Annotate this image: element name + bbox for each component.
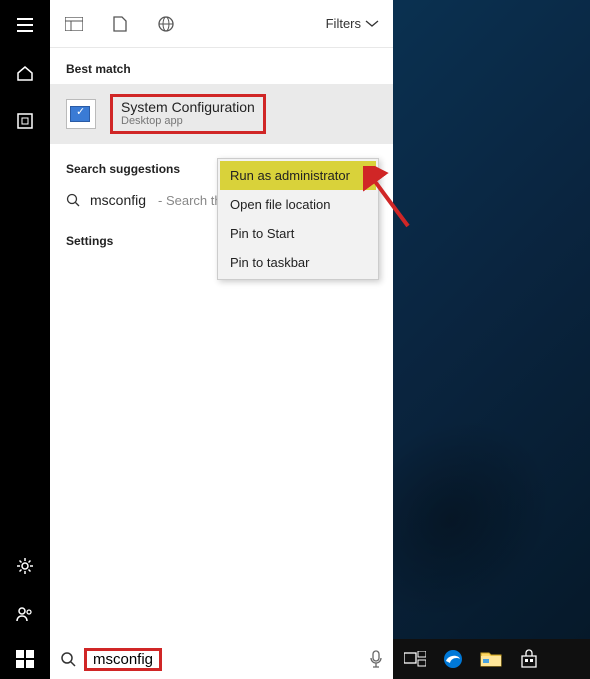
menu-icon[interactable]	[14, 14, 36, 36]
file-explorer-icon[interactable]	[477, 645, 505, 673]
best-match-annotation-box: System Configuration Desktop app	[110, 94, 266, 134]
menu-run-as-admin[interactable]: Run as administrator	[220, 161, 376, 190]
taskbar: msconfig	[0, 639, 590, 679]
web-scope-icon[interactable]	[156, 14, 176, 34]
menu-open-file-location[interactable]: Open file location	[220, 190, 376, 219]
menu-pin-to-start[interactable]: Pin to Start	[220, 219, 376, 248]
box-icon[interactable]	[14, 110, 36, 132]
start-search-panel: Filters Best match System Configuration …	[50, 0, 393, 639]
people-icon[interactable]	[14, 603, 36, 625]
best-match-subtitle: Desktop app	[121, 115, 255, 127]
taskbar-search-box[interactable]: msconfig	[50, 639, 393, 679]
best-match-title: System Configuration	[121, 99, 255, 115]
menu-pin-to-taskbar[interactable]: Pin to taskbar	[220, 248, 376, 277]
filters-label: Filters	[326, 16, 361, 31]
search-input-annotation-box: msconfig	[84, 648, 162, 671]
home-icon[interactable]	[14, 62, 36, 84]
start-button[interactable]	[0, 639, 50, 679]
suggestion-query: msconfig	[90, 192, 146, 208]
task-view-icon[interactable]	[401, 645, 429, 673]
best-match-item[interactable]: System Configuration Desktop app	[50, 84, 393, 144]
system-configuration-icon	[66, 99, 96, 129]
search-icon	[66, 193, 80, 207]
search-icon	[60, 651, 76, 667]
gear-icon[interactable]	[14, 555, 36, 577]
start-left-rail	[0, 0, 50, 639]
windows-icon	[16, 650, 34, 668]
microphone-icon[interactable]	[369, 650, 383, 668]
taskbar-tray	[393, 645, 590, 673]
panel-top-bar: Filters	[50, 0, 393, 48]
chevron-down-icon	[365, 20, 379, 28]
search-input-value: msconfig	[93, 651, 153, 668]
store-icon[interactable]	[515, 645, 543, 673]
context-menu: Run as administrator Open file location …	[217, 158, 379, 280]
apps-scope-icon[interactable]	[64, 14, 84, 34]
edge-browser-icon[interactable]	[439, 645, 467, 673]
documents-scope-icon[interactable]	[110, 14, 130, 34]
suggestion-hint: - Search th	[158, 193, 222, 208]
filters-dropdown[interactable]: Filters	[326, 16, 379, 31]
best-match-label: Best match	[50, 48, 393, 84]
